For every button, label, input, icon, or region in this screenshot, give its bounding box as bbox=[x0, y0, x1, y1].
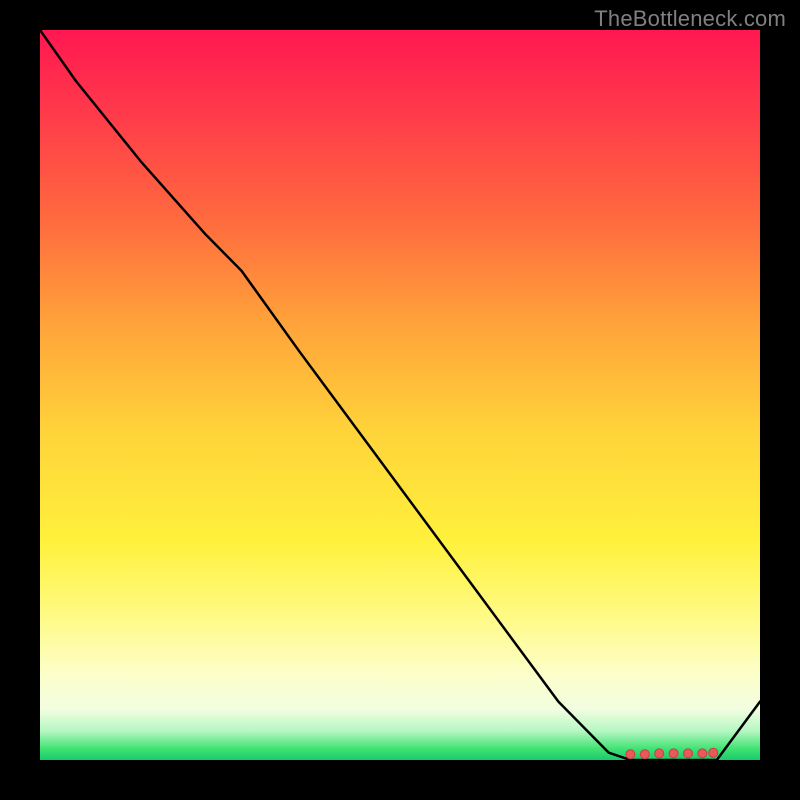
marker-point bbox=[698, 749, 707, 758]
chart-svg bbox=[40, 30, 760, 760]
marker-point bbox=[684, 749, 693, 758]
marker-point bbox=[626, 750, 635, 759]
marker-point bbox=[640, 750, 649, 759]
line-path bbox=[40, 30, 760, 760]
plot-area bbox=[40, 30, 760, 760]
marker-point bbox=[709, 748, 718, 757]
marker-point bbox=[655, 749, 664, 758]
bottom-markers bbox=[626, 748, 718, 759]
curve-line bbox=[40, 30, 760, 760]
marker-point bbox=[669, 749, 678, 758]
watermark-text: TheBottleneck.com bbox=[594, 6, 786, 32]
chart-frame: TheBottleneck.com bbox=[0, 0, 800, 800]
